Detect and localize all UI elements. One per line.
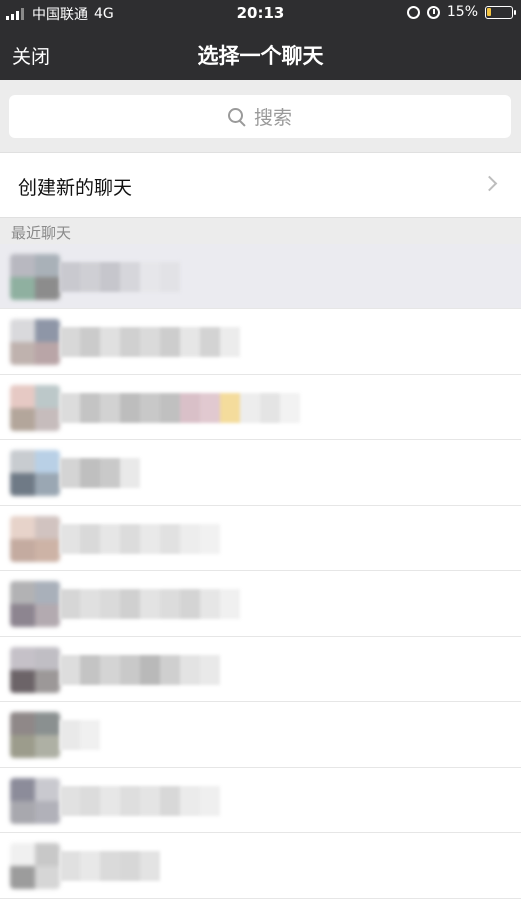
chat-name-obscured bbox=[60, 720, 100, 750]
chat-name-obscured bbox=[60, 589, 240, 619]
battery-icon bbox=[485, 5, 516, 19]
create-new-chat-row[interactable]: 创建新的聊天 bbox=[0, 152, 521, 218]
chat-list-item[interactable] bbox=[0, 702, 521, 768]
chat-avatar bbox=[10, 646, 60, 693]
chat-name-obscured bbox=[60, 262, 180, 292]
search-input[interactable]: 搜索 bbox=[9, 95, 511, 138]
chat-avatar bbox=[10, 515, 60, 562]
chat-name-obscured bbox=[60, 851, 160, 881]
alarm-icon bbox=[426, 5, 440, 19]
chat-avatar bbox=[10, 843, 60, 889]
page-title: 选择一个聊天 bbox=[197, 44, 324, 68]
chat-avatar bbox=[10, 384, 60, 431]
chat-avatar bbox=[10, 581, 60, 627]
navigation-bar: 关闭 选择一个聊天 bbox=[0, 28, 521, 80]
chat-name-obscured bbox=[60, 654, 220, 685]
chat-list-item[interactable] bbox=[0, 767, 521, 833]
battery-fill bbox=[487, 7, 491, 16]
search-area: 搜索 bbox=[0, 80, 521, 152]
chat-list-item[interactable] bbox=[0, 833, 521, 899]
create-new-chat-label: 创建新的聊天 bbox=[18, 177, 133, 199]
chat-list-item[interactable] bbox=[0, 309, 521, 375]
chat-avatar bbox=[10, 319, 60, 365]
search-icon bbox=[227, 107, 246, 126]
top-bar: 中国联通 4G 20:13 15% 关闭 选择一个聊天 bbox=[0, 0, 521, 80]
chevron-right-icon bbox=[481, 175, 498, 192]
chat-avatar bbox=[10, 450, 60, 496]
status-bar: 中国联通 4G 20:13 15% bbox=[0, 0, 521, 28]
chat-list-item[interactable] bbox=[0, 505, 521, 571]
chat-list-item[interactable] bbox=[0, 244, 521, 309]
orientation-lock-icon bbox=[406, 5, 420, 19]
chat-name-obscured bbox=[60, 523, 220, 554]
chat-avatar bbox=[10, 254, 60, 300]
chat-list-item[interactable] bbox=[0, 440, 521, 506]
chat-avatar bbox=[10, 712, 60, 758]
recent-chats-title: 最近聊天 bbox=[11, 224, 72, 242]
chat-name-obscured bbox=[60, 785, 220, 816]
chat-avatar bbox=[10, 777, 60, 824]
chat-name-obscured bbox=[60, 458, 140, 488]
recent-chats-header: 最近聊天 bbox=[0, 218, 521, 244]
chat-list-item[interactable] bbox=[0, 636, 521, 702]
chat-list-item[interactable] bbox=[0, 374, 521, 440]
chat-list-item[interactable] bbox=[0, 571, 521, 637]
recent-chats-list bbox=[0, 244, 521, 899]
chat-name-obscured bbox=[60, 327, 240, 357]
status-right: 15% bbox=[406, 4, 516, 20]
search-placeholder: 搜索 bbox=[253, 107, 292, 129]
chat-name-obscured bbox=[60, 392, 300, 423]
battery-percent: 15% bbox=[446, 4, 478, 20]
